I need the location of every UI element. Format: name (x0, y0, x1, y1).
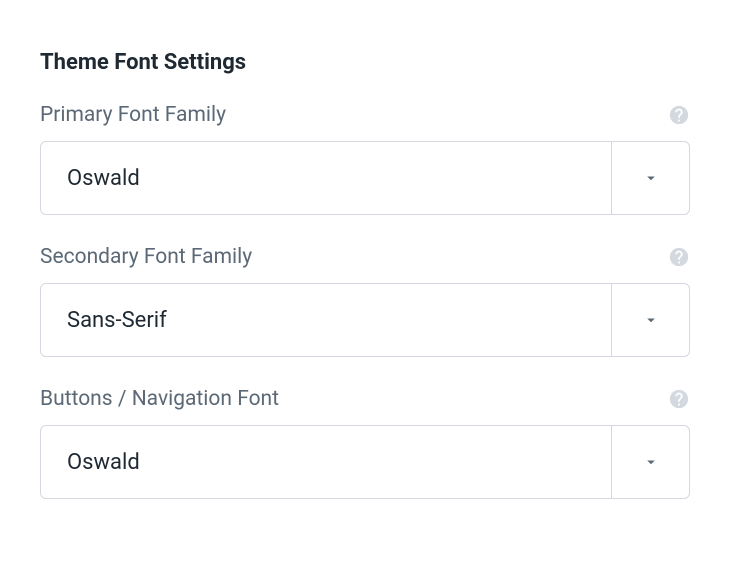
label-row: Secondary Font Family (40, 245, 690, 269)
buttons-nav-font-label: Buttons / Navigation Font (40, 387, 279, 411)
buttons-nav-font-select[interactable]: Oswald (40, 425, 690, 499)
chevron-down-icon (611, 142, 689, 214)
secondary-font-select[interactable]: Sans-Serif (40, 283, 690, 357)
help-icon[interactable] (668, 388, 690, 410)
primary-font-select[interactable]: Oswald (40, 141, 690, 215)
primary-font-field: Primary Font Family Oswald (40, 103, 690, 215)
primary-font-value: Oswald (41, 142, 611, 214)
help-icon[interactable] (668, 104, 690, 126)
secondary-font-value: Sans-Serif (41, 284, 611, 356)
secondary-font-label: Secondary Font Family (40, 245, 252, 269)
buttons-nav-font-field: Buttons / Navigation Font Oswald (40, 387, 690, 499)
help-icon[interactable] (668, 246, 690, 268)
buttons-nav-font-value: Oswald (41, 426, 611, 498)
section-title: Theme Font Settings (40, 50, 690, 75)
chevron-down-icon (611, 426, 689, 498)
label-row: Buttons / Navigation Font (40, 387, 690, 411)
primary-font-label: Primary Font Family (40, 103, 226, 127)
secondary-font-field: Secondary Font Family Sans-Serif (40, 245, 690, 357)
chevron-down-icon (611, 284, 689, 356)
label-row: Primary Font Family (40, 103, 690, 127)
